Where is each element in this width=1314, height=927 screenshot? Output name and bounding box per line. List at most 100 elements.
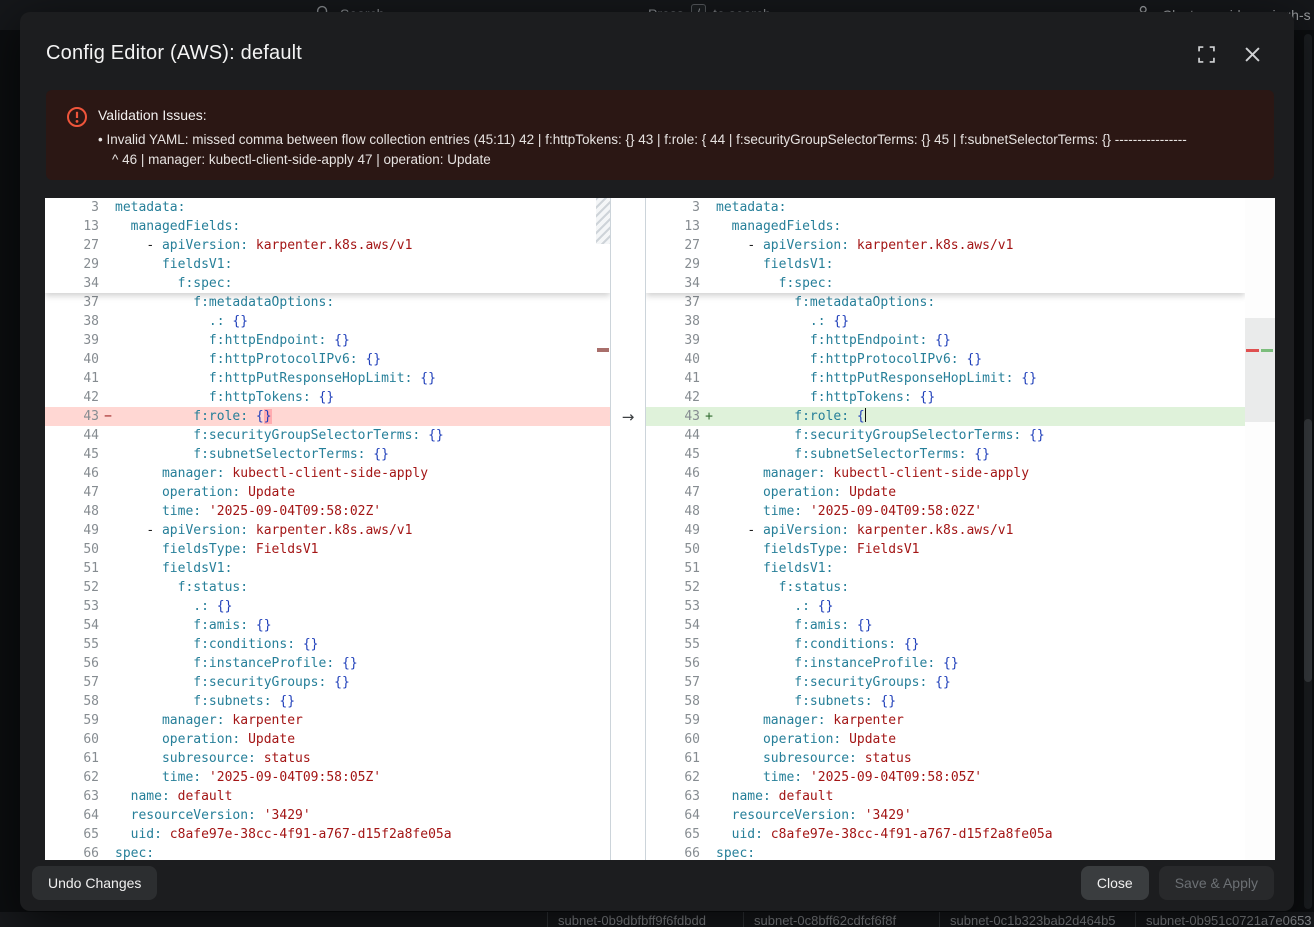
code-line[interactable]: 46 manager: kubectl-client-side-apply <box>45 464 610 483</box>
sticky-line[interactable]: 29 fieldsV1: <box>646 255 1245 274</box>
code-line[interactable]: 57 f:securityGroups: {} <box>646 673 1245 692</box>
code-line[interactable]: 54 f:amis: {} <box>646 616 1245 635</box>
code-line[interactable]: 64 resourceVersion: '3429' <box>45 806 610 825</box>
line-number: 39 <box>45 331 101 350</box>
sticky-line[interactable]: 27 - apiVersion: karpenter.k8s.aws/v1 <box>45 236 610 255</box>
line-content: f:httpProtocolIPv6: {} <box>115 350 610 369</box>
code-line[interactable]: 65 uid: c8afe97e-38cc-4f91-a767-d15f2a8f… <box>45 825 610 844</box>
sticky-line[interactable]: 34 f:spec: <box>646 274 1245 293</box>
sticky-line[interactable]: 34 f:spec: <box>45 274 610 293</box>
code-line[interactable]: 49 - apiVersion: karpenter.k8s.aws/v1 <box>45 521 610 540</box>
sticky-line[interactable]: 29 fieldsV1: <box>45 255 610 274</box>
sticky-scroll-left[interactable]: 3metadata:13 managedFields:27 - apiVersi… <box>45 198 610 293</box>
code-line[interactable]: 47 operation: Update <box>646 483 1245 502</box>
code-line[interactable]: 38 .: {} <box>646 312 1245 331</box>
sticky-line[interactable]: 3metadata: <box>646 198 1245 217</box>
code-line[interactable]: 38 .: {} <box>45 312 610 331</box>
code-line[interactable]: 61 subresource: status <box>45 749 610 768</box>
code-line[interactable]: 45 f:subnetSelectorTerms: {} <box>45 445 610 464</box>
code-line[interactable]: 37 f:metadataOptions: <box>45 293 610 312</box>
code-line[interactable]: 60 operation: Update <box>646 730 1245 749</box>
code-line[interactable]: 44 f:securityGroupSelectorTerms: {} <box>646 426 1245 445</box>
code-line[interactable]: 39 f:httpEndpoint: {} <box>45 331 610 350</box>
sticky-line[interactable]: 13 managedFields: <box>646 217 1245 236</box>
code-line[interactable]: 47 operation: Update <box>45 483 610 502</box>
diff-marker <box>101 597 115 616</box>
code-line[interactable]: 50 fieldsType: FieldsV1 <box>646 540 1245 559</box>
sticky-scroll-right[interactable]: 3metadata:13 managedFields:27 - apiVersi… <box>646 198 1245 293</box>
code-line[interactable]: 52 f:status: <box>646 578 1245 597</box>
code-line[interactable]: 39 f:httpEndpoint: {} <box>646 331 1245 350</box>
undo-changes-button[interactable]: Undo Changes <box>32 866 157 900</box>
close-button[interactable]: Close <box>1081 866 1149 900</box>
code-line[interactable]: 63 name: default <box>646 787 1245 806</box>
code-lines-left[interactable]: 37 f:metadataOptions:38 .: {}39 f:httpEn… <box>45 293 610 860</box>
line-content: - apiVersion: karpenter.k8s.aws/v1 <box>115 521 610 540</box>
diff-marker <box>702 274 716 293</box>
code-line[interactable]: 54 f:amis: {} <box>45 616 610 635</box>
code-line[interactable]: 59 manager: karpenter <box>646 711 1245 730</box>
scrollbar-thumb[interactable] <box>1304 419 1312 682</box>
code-line[interactable]: 52 f:status: <box>45 578 610 597</box>
code-line[interactable]: 66spec: <box>646 844 1245 860</box>
diff-marker <box>101 616 115 635</box>
code-line[interactable]: 63 name: default <box>45 787 610 806</box>
diff-marker <box>101 255 115 274</box>
code-line[interactable]: 40 f:httpProtocolIPv6: {} <box>646 350 1245 369</box>
code-line[interactable]: 62 time: '2025-09-04T09:58:05Z' <box>646 768 1245 787</box>
code-line[interactable]: 64 resourceVersion: '3429' <box>646 806 1245 825</box>
code-line[interactable]: 43+ f:role: { <box>646 407 1245 426</box>
code-line[interactable]: 49 - apiVersion: karpenter.k8s.aws/v1 <box>646 521 1245 540</box>
code-line[interactable]: 44 f:securityGroupSelectorTerms: {} <box>45 426 610 445</box>
code-line[interactable]: 55 f:conditions: {} <box>45 635 610 654</box>
code-line[interactable]: 37 f:metadataOptions: <box>646 293 1245 312</box>
diff-marker <box>101 521 115 540</box>
code-line[interactable]: 46 manager: kubectl-client-side-apply <box>646 464 1245 483</box>
fullscreen-button[interactable] <box>1195 45 1217 67</box>
modified-editor-pane[interactable]: 3metadata:13 managedFields:27 - apiVersi… <box>646 198 1275 860</box>
sticky-line[interactable]: 3metadata: <box>45 198 610 217</box>
code-line[interactable]: 60 operation: Update <box>45 730 610 749</box>
code-line[interactable]: 51 fieldsV1: <box>646 559 1245 578</box>
code-line[interactable]: 58 f:subnets: {} <box>646 692 1245 711</box>
code-line[interactable]: 42 f:httpTokens: {} <box>45 388 610 407</box>
code-line[interactable]: 48 time: '2025-09-04T09:58:02Z' <box>646 502 1245 521</box>
code-line[interactable]: 56 f:instanceProfile: {} <box>45 654 610 673</box>
table-cell: subnet-0c1b323bab2d464b5 <box>940 912 1136 927</box>
line-content: name: default <box>115 787 610 806</box>
code-line[interactable]: 45 f:subnetSelectorTerms: {} <box>646 445 1245 464</box>
code-line[interactable]: 48 time: '2025-09-04T09:58:02Z' <box>45 502 610 521</box>
modal-close-button[interactable] <box>1241 45 1263 67</box>
code-line[interactable]: 66spec: <box>45 844 610 860</box>
code-line[interactable]: 51 fieldsV1: <box>45 559 610 578</box>
code-line[interactable]: 55 f:conditions: {} <box>646 635 1245 654</box>
code-line[interactable]: 59 manager: karpenter <box>45 711 610 730</box>
code-line[interactable]: 40 f:httpProtocolIPv6: {} <box>45 350 610 369</box>
minimap-slider[interactable] <box>1245 318 1275 422</box>
code-line[interactable]: 43− f:role: {} <box>45 407 610 426</box>
code-line[interactable]: 41 f:httpPutResponseHopLimit: {} <box>45 369 610 388</box>
revert-change-arrow[interactable]: → <box>611 407 645 426</box>
minimap[interactable] <box>1245 198 1275 860</box>
code-line[interactable]: 65 uid: c8afe97e-38cc-4f91-a767-d15f2a8f… <box>646 825 1245 844</box>
code-line[interactable]: 53 .: {} <box>45 597 610 616</box>
original-editor-pane[interactable]: 3metadata:13 managedFields:27 - apiVersi… <box>45 198 610 860</box>
code-line[interactable]: 41 f:httpPutResponseHopLimit: {} <box>646 369 1245 388</box>
page-scrollbar[interactable] <box>1304 34 1312 909</box>
diff-splitter[interactable]: → <box>610 198 646 860</box>
line-content: f:amis: {} <box>115 616 610 635</box>
line-content: f:conditions: {} <box>716 635 1245 654</box>
code-line[interactable]: 50 fieldsType: FieldsV1 <box>45 540 610 559</box>
code-line[interactable]: 56 f:instanceProfile: {} <box>646 654 1245 673</box>
sticky-line[interactable]: 27 - apiVersion: karpenter.k8s.aws/v1 <box>646 236 1245 255</box>
code-line[interactable]: 57 f:securityGroups: {} <box>45 673 610 692</box>
line-content: metadata: <box>115 198 610 217</box>
code-lines-right[interactable]: 37 f:metadataOptions:38 .: {}39 f:httpEn… <box>646 293 1245 860</box>
save-apply-button[interactable]: Save & Apply <box>1159 866 1274 900</box>
code-line[interactable]: 58 f:subnets: {} <box>45 692 610 711</box>
sticky-line[interactable]: 13 managedFields: <box>45 217 610 236</box>
code-line[interactable]: 42 f:httpTokens: {} <box>646 388 1245 407</box>
code-line[interactable]: 53 .: {} <box>646 597 1245 616</box>
code-line[interactable]: 62 time: '2025-09-04T09:58:05Z' <box>45 768 610 787</box>
code-line[interactable]: 61 subresource: status <box>646 749 1245 768</box>
